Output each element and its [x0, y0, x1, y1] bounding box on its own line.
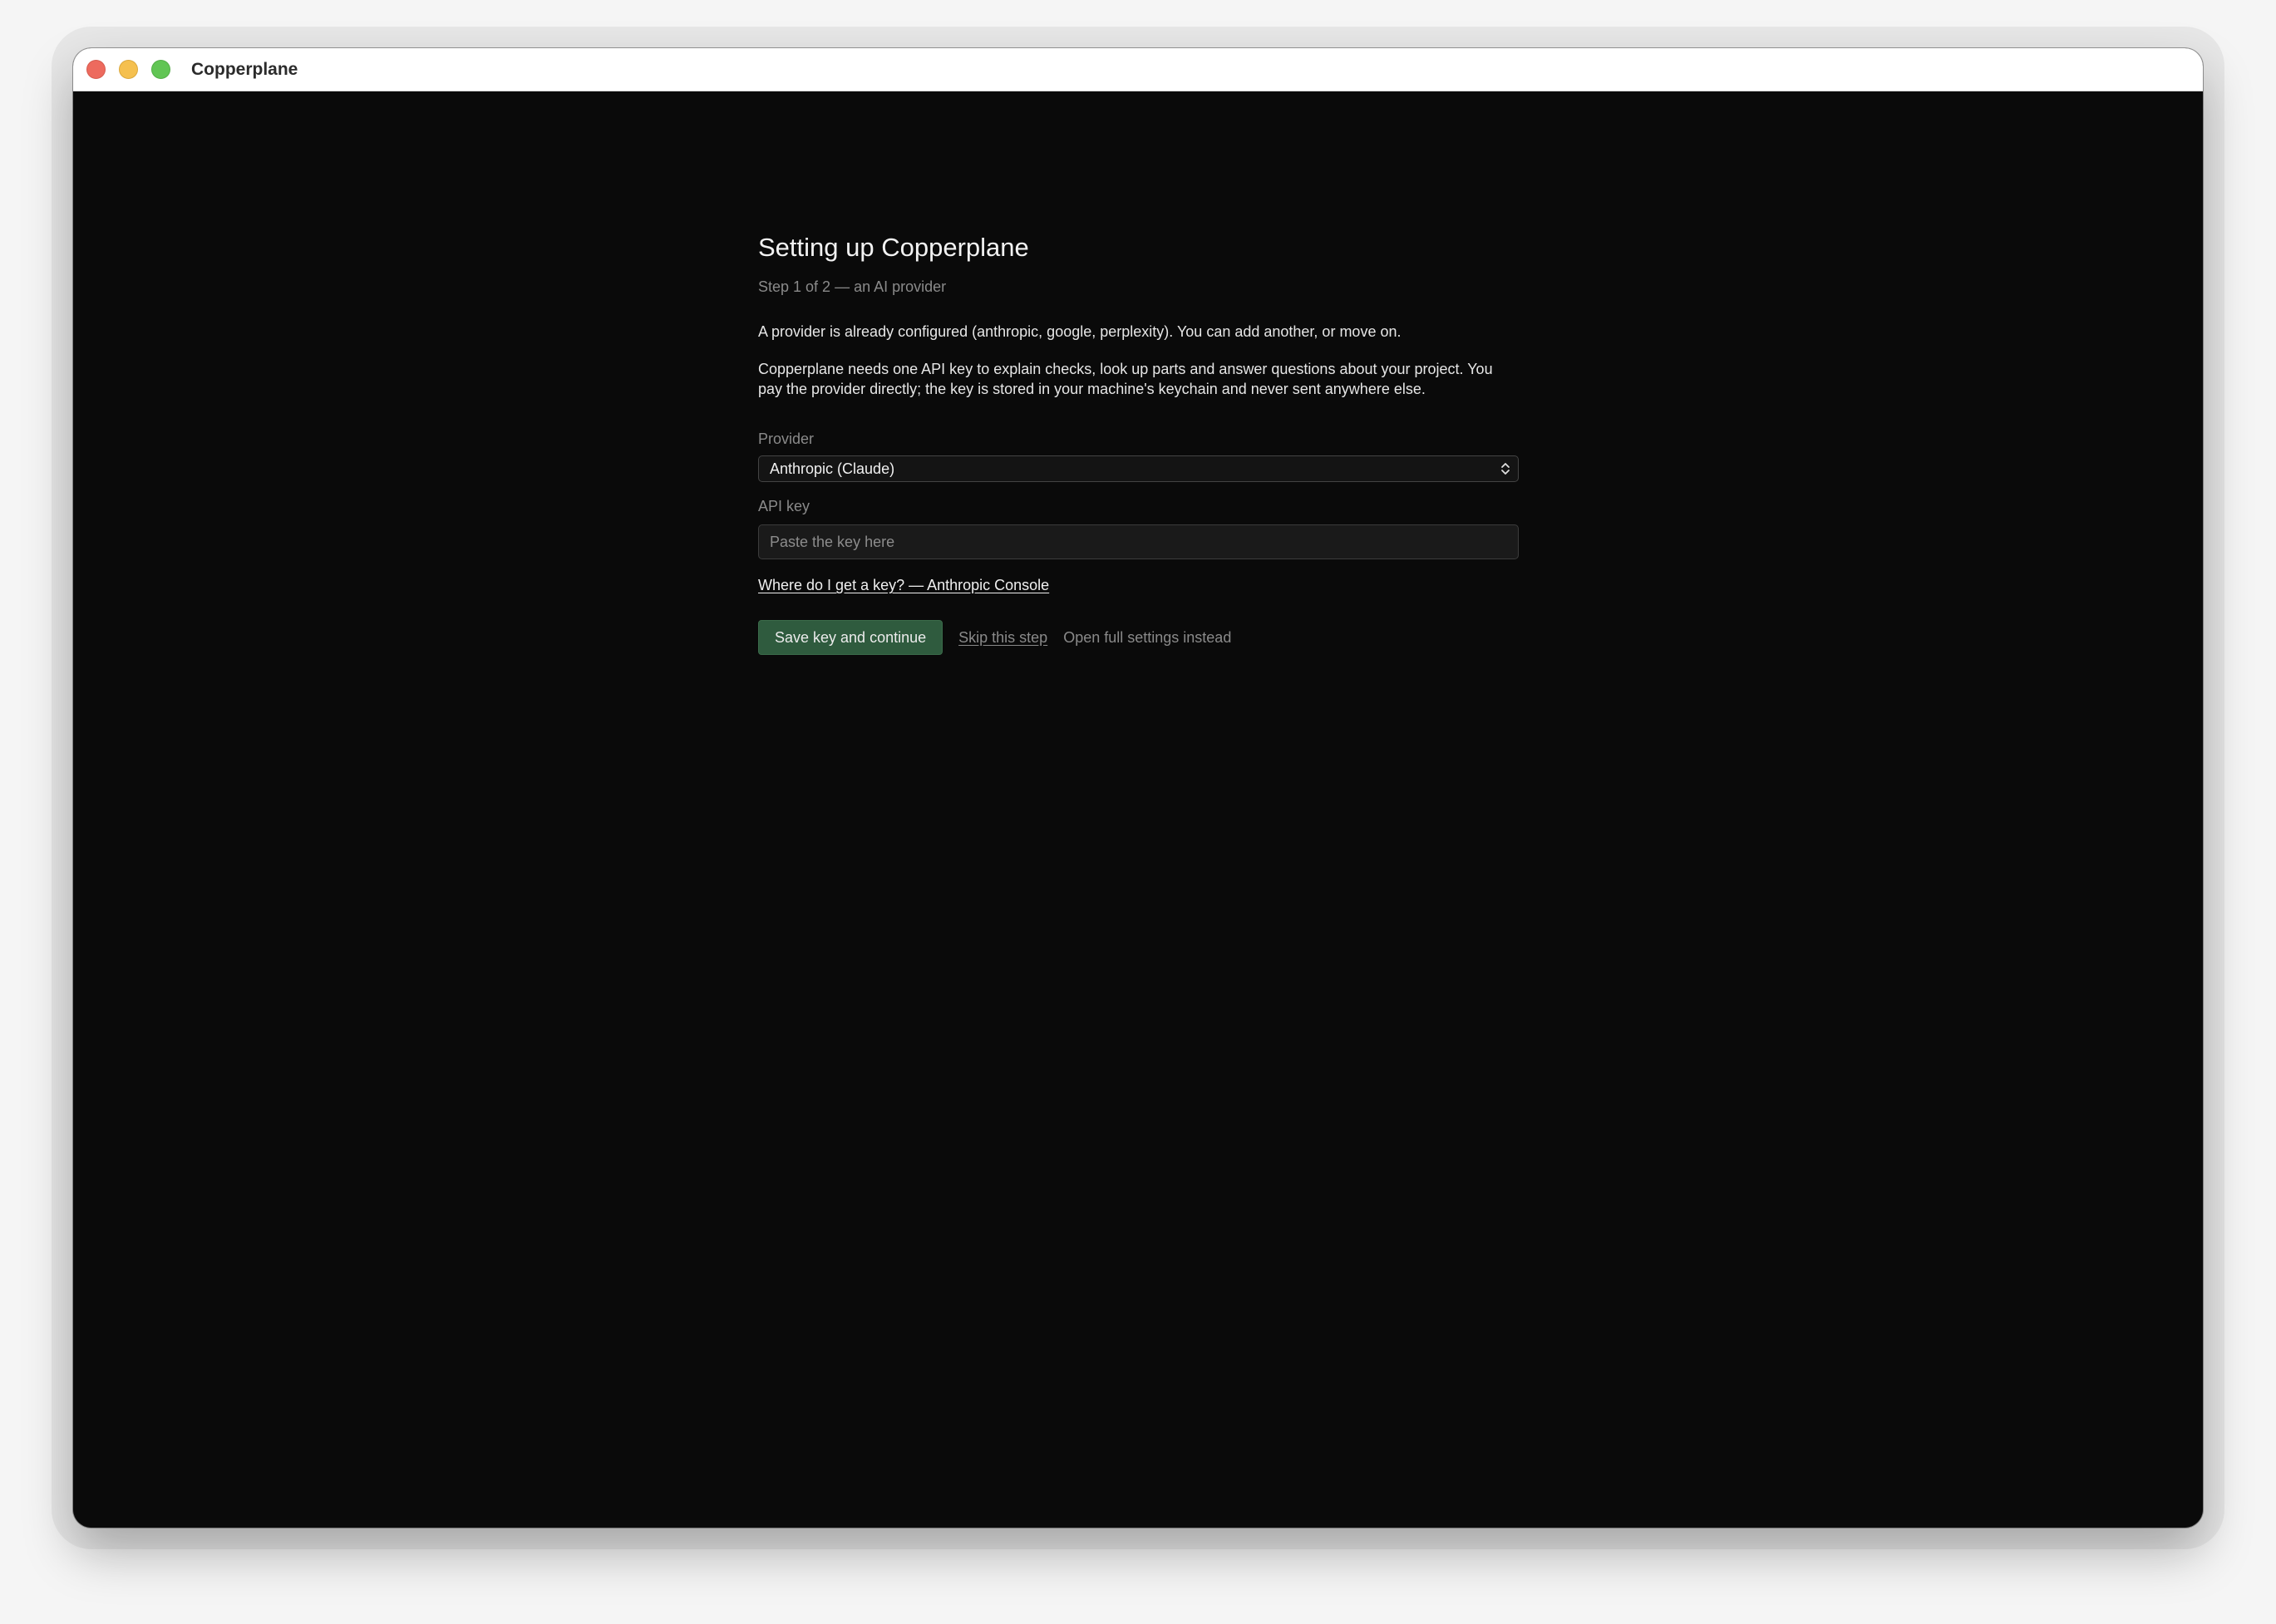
- setup-description: Copperplane needs one API key to explain…: [758, 361, 1493, 397]
- page-title: Setting up Copperplane: [758, 233, 1029, 262]
- maximize-icon[interactable]: [151, 60, 170, 79]
- main-content: Setting up Copperplane Step 1 of 2 — an …: [73, 91, 2203, 1528]
- window-title: Copperplane: [191, 59, 298, 79]
- configured-notice: A provider is already configured (anthro…: [758, 323, 1402, 340]
- provider-selected-value: Anthropic (Claude): [770, 460, 895, 477]
- provider-select[interactable]: Anthropic (Claude): [758, 455, 1519, 482]
- chevron-updown-icon: [1501, 463, 1510, 475]
- close-icon[interactable]: [86, 60, 106, 79]
- skip-step-button[interactable]: Skip this step: [958, 629, 1047, 647]
- save-key-button[interactable]: Save key and continue: [758, 620, 943, 655]
- minimize-icon[interactable]: [119, 60, 138, 79]
- provider-label: Provider: [758, 431, 815, 447]
- action-bar: Save key and continue Skip this step Ope…: [758, 619, 1231, 656]
- open-settings-button[interactable]: Open full settings instead: [1063, 629, 1231, 647]
- step-indicator: Step 1 of 2 — an AI provider: [758, 278, 947, 295]
- api-key-label: API key: [758, 498, 810, 514]
- app-window: Copperplane Setting up Copperplane Step …: [73, 48, 2203, 1528]
- api-key-input[interactable]: [758, 524, 1519, 559]
- window-controls: [86, 60, 170, 79]
- title-bar: Copperplane: [73, 48, 2203, 91]
- get-key-link[interactable]: Where do I get a key? — Anthropic Consol…: [758, 577, 1049, 594]
